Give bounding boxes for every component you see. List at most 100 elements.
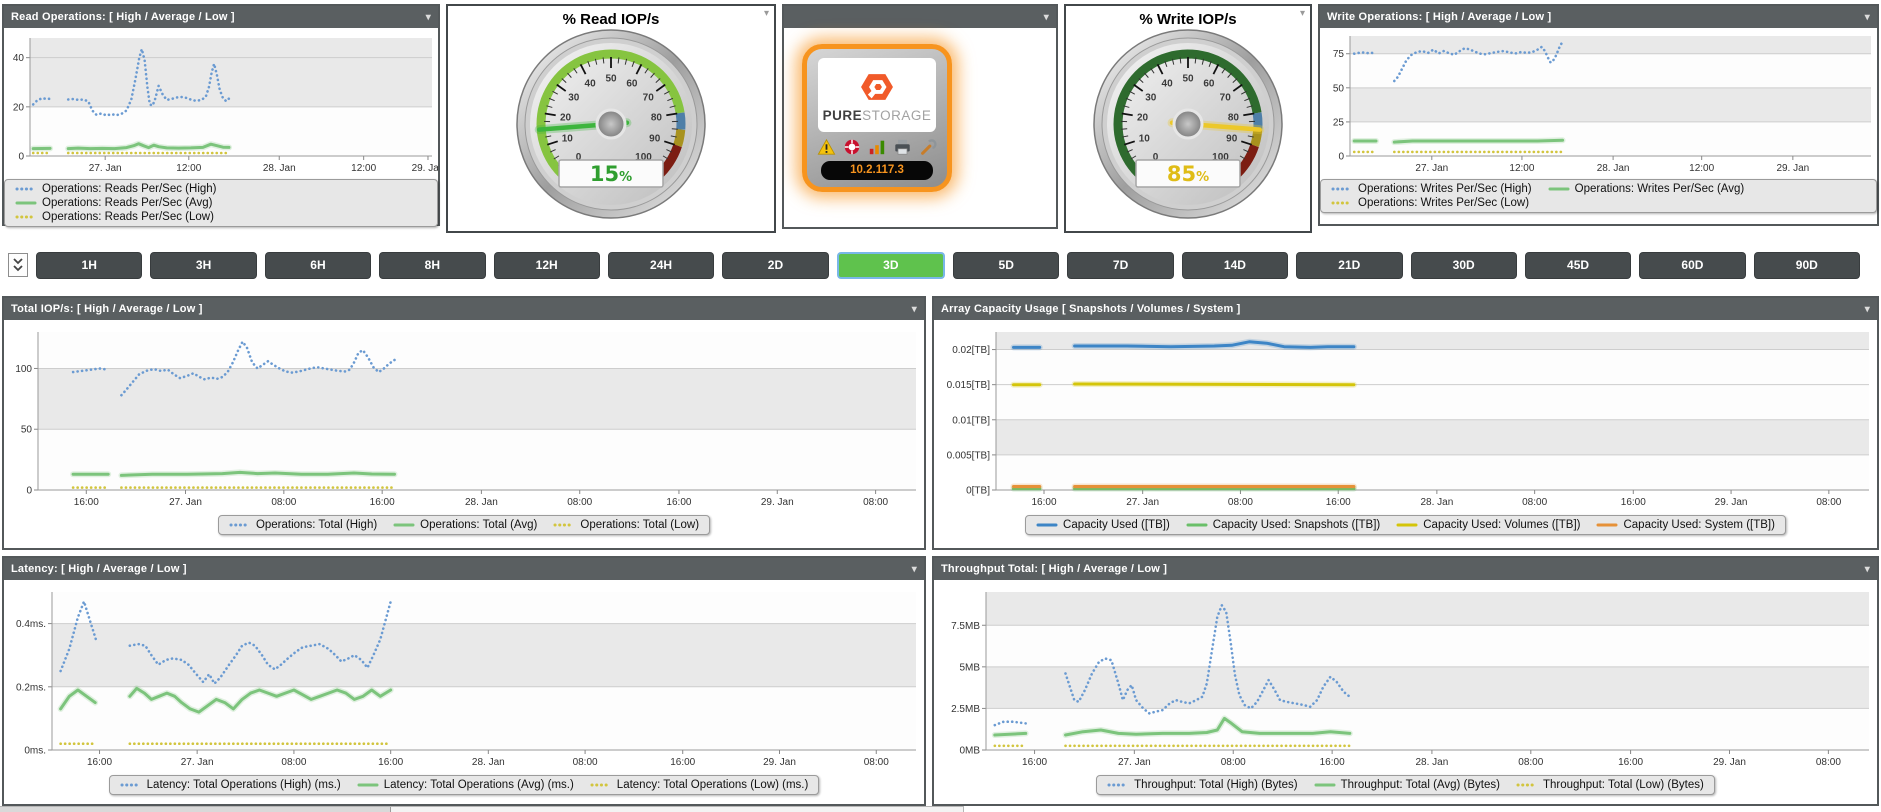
device-ip[interactable]: 10.2.117.3 <box>821 161 933 180</box>
legend-label: Operations: Total (Low) <box>580 519 700 531</box>
dropdown-caret-icon[interactable]: ▾ <box>764 8 769 19</box>
timerange-30d[interactable]: 30D <box>1410 251 1517 279</box>
x-axis-label: 29. Jan <box>763 757 796 768</box>
x-axis-label: 16:00 <box>74 497 99 508</box>
latency-chart: 0ms. 0.2ms. 0.4ms. 16:00 27. Jan 08:00 16:00 28… <box>16 592 916 768</box>
timerange-24h[interactable]: 24H <box>607 251 715 279</box>
legend-item: Latency: Total Operations (Low) (ms.) <box>590 779 808 791</box>
lifebuoy-icon[interactable] <box>843 138 861 156</box>
legend-swatch <box>590 783 612 787</box>
panel-header-write-operations[interactable]: Write Operations: [ High / Average / Low… <box>1320 6 1877 28</box>
x-axis-label: 16:00 <box>1022 757 1047 768</box>
timerange-3h[interactable]: 3H <box>150 251 257 279</box>
legend-label: Operations: Writes Per/Sec (Low) <box>1358 197 1530 209</box>
x-axis-label: 16:00 <box>1326 497 1351 508</box>
dropdown-caret-icon[interactable]: ▾ <box>1865 564 1870 575</box>
timerange-7d[interactable]: 7D <box>1067 251 1174 279</box>
x-axis-label: 16:00 <box>666 497 691 508</box>
y-axis-label: 0[TB] <box>966 486 990 497</box>
legend-swatch <box>1396 523 1418 527</box>
gauge-tick-label: 90 <box>649 134 661 145</box>
legend-label: Latency: Total Operations (High) (ms.) <box>146 779 341 791</box>
dropdown-caret-icon[interactable]: ▾ <box>1044 12 1049 23</box>
legend-swatch <box>15 201 37 205</box>
y-axis-label: 0 <box>1338 152 1344 163</box>
y-axis-label: 2.5MB <box>951 704 980 715</box>
x-axis-label: 08:00 <box>281 757 306 768</box>
timerange-1h[interactable]: 1H <box>36 251 143 279</box>
timerange-45d[interactable]: 45D <box>1524 251 1632 279</box>
device-card[interactable]: PURESTORAGE 10.2.117.3 <box>802 44 952 192</box>
timerange-21d[interactable]: 21D <box>1296 251 1403 279</box>
legend-item: Operations: Writes Per/Sec (Low) <box>1331 197 1529 209</box>
legend-swatch <box>553 523 575 527</box>
collapse-timebar-button[interactable] <box>8 253 28 277</box>
warning-icon[interactable] <box>817 138 836 156</box>
horizontal-scrollbar[interactable] <box>0 806 964 812</box>
panel-header-latency[interactable]: Latency: [ High / Average / Low ] ▾ <box>4 558 924 580</box>
legend-item: Capacity Used: Volumes ([TB]) <box>1396 519 1580 531</box>
wrench-icon[interactable] <box>919 138 937 156</box>
panel-header-read-operations[interactable]: Read Operations: [ High / Average / Low … <box>4 6 438 28</box>
read-operations-legend: Operations: Reads Per/Sec (High) Operatio… <box>4 179 438 227</box>
legend-label: Operations: Writes Per/Sec (High) <box>1358 183 1532 195</box>
panel-header-total-iops[interactable]: Total IOP/s: [ High / Average / Low ] ▾ <box>4 298 924 320</box>
dropdown-caret-icon[interactable]: ▾ <box>912 304 917 315</box>
panel-header-array-capacity[interactable]: Array Capacity Usage [ Snapshots / Volum… <box>934 298 1877 320</box>
dropdown-caret-icon[interactable]: ▾ <box>1300 8 1305 19</box>
brand-bold: PURE <box>822 107 863 123</box>
timerange-60d[interactable]: 60D <box>1639 251 1746 279</box>
x-axis-label: 28. Jan <box>263 163 296 174</box>
legend-swatch <box>15 187 37 191</box>
legend-item: Operations: Writes Per/Sec (Avg) <box>1548 183 1744 195</box>
brand-light: STORAGE <box>862 107 932 123</box>
timerange-3d[interactable]: 3D <box>836 251 945 279</box>
printer-icon[interactable] <box>893 138 912 156</box>
gauge-tick-label: 90 <box>1226 134 1238 145</box>
panel-throughput: Throughput Total: [ High / Average / Low… <box>932 556 1879 806</box>
panel-array-capacity: Array Capacity Usage [ Snapshots / Volum… <box>932 296 1879 550</box>
timerange-8h[interactable]: 8H <box>379 251 486 279</box>
timerange-12h[interactable]: 12H <box>493 251 600 279</box>
timerange-6h[interactable]: 6H <box>264 251 372 279</box>
dropdown-caret-icon[interactable]: ▾ <box>426 12 431 23</box>
legend-item: Operations: Writes Per/Sec (High) <box>1331 183 1532 195</box>
timerange-2d[interactable]: 2D <box>722 251 829 279</box>
gauge-tick-label: 10 <box>562 134 574 145</box>
legend-item: Operations: Reads Per/Sec (Low) <box>15 211 214 223</box>
gauge-tick-label: 30 <box>568 92 580 103</box>
write-operations-chart: 0 25 50 75 27. Jan 12:00 28. Jan 12:00 29. Jan <box>1333 36 1871 174</box>
panel-header-device[interactable]: ▾ <box>784 6 1056 28</box>
panel-read-iops-gauge: % Read IOP/s ▾ 0 10 20 30 40 50 60 70 80 90 100 15% <box>446 4 776 233</box>
scrollbar-thumb[interactable] <box>0 807 391 812</box>
gauge-tick-label: 60 <box>1203 79 1215 90</box>
legend-label: Capacity Used: Snapshots ([TB]) <box>1212 519 1381 531</box>
legend-label: Throughput: Total (Low) (Bytes) <box>1542 779 1704 791</box>
legend-swatch <box>1331 201 1353 205</box>
legend-swatch <box>15 215 37 219</box>
stats-icon[interactable] <box>868 138 886 156</box>
y-axis-label: 75 <box>1333 49 1345 60</box>
dropdown-caret-icon[interactable]: ▾ <box>1865 304 1870 315</box>
gauge-tick-label: 70 <box>1220 92 1232 103</box>
timerange-14d[interactable]: 14D <box>1181 251 1289 279</box>
x-axis-label: 16:00 <box>1031 497 1056 508</box>
panel-title: Total IOP/s: [ High / Average / Low ] <box>11 303 203 315</box>
gauge-tick-label: 20 <box>560 112 572 123</box>
x-axis-label: 12:00 <box>1509 163 1534 174</box>
panel-latency: Latency: [ High / Average / Low ] ▾ 0ms.… <box>2 556 926 806</box>
total-iops-chart: 0 50 100 16:00 27. Jan 08:00 16:00 28. Jan 08:00… <box>15 332 916 508</box>
gauge-tick-label: 70 <box>643 92 655 103</box>
panel-header-throughput[interactable]: Throughput Total: [ High / Average / Low… <box>934 558 1877 580</box>
x-axis-label: 27. Jan <box>1126 497 1159 508</box>
timerange-90d[interactable]: 90D <box>1753 251 1860 279</box>
dropdown-caret-icon[interactable]: ▾ <box>912 564 917 575</box>
dropdown-caret-icon[interactable]: ▾ <box>1865 12 1870 23</box>
legend-label: Throughput: Total (High) (Bytes) <box>1134 779 1298 791</box>
legend-label: Capacity Used ([TB]) <box>1063 519 1170 531</box>
gauge-title: % Write IOP/s <box>1139 11 1237 28</box>
purestorage-mark-icon <box>861 73 893 100</box>
read-iops-gauge: 010203040 50 6070809010015% <box>516 29 706 219</box>
legend-label: Operations: Reads Per/Sec (High) <box>42 183 217 195</box>
timerange-5d[interactable]: 5D <box>953 251 1060 279</box>
